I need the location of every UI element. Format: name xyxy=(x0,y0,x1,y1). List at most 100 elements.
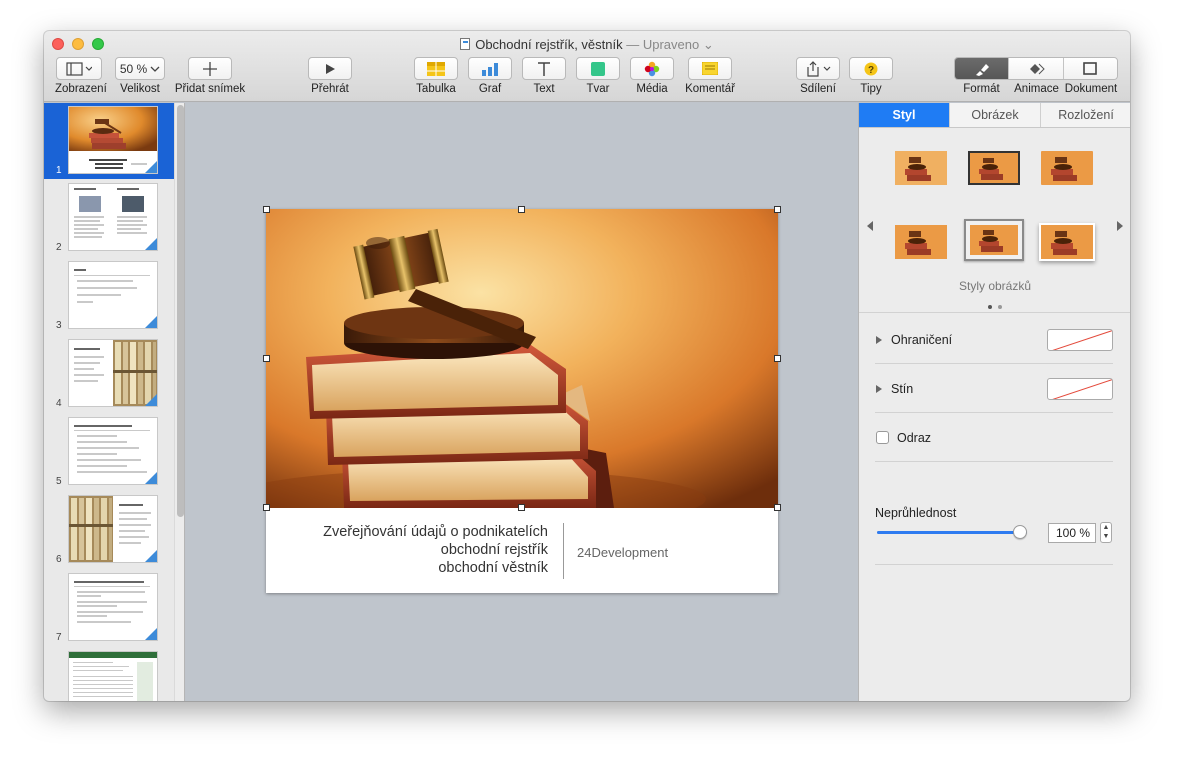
add-slide-tool[interactable]: Přidat snímek xyxy=(174,57,246,95)
share-tool[interactable]: Sdílení xyxy=(795,57,841,95)
resize-handle[interactable] xyxy=(518,504,525,511)
slide-thumbnail[interactable] xyxy=(69,262,157,328)
slide-thumbnail-row[interactable]: 7 xyxy=(44,570,174,646)
resize-handle[interactable] xyxy=(263,504,270,511)
slide-thumbnail[interactable] xyxy=(69,652,157,701)
opacity-slider-knob[interactable] xyxy=(1013,525,1027,539)
text-button[interactable] xyxy=(522,57,566,80)
tips-button[interactable]: ? xyxy=(849,57,893,80)
tab-style[interactable]: Styl xyxy=(859,103,950,127)
stepper-up-icon[interactable]: ▲ xyxy=(1101,523,1111,532)
slide-thumbnail[interactable] xyxy=(69,496,157,562)
media-tool[interactable]: Média xyxy=(629,57,675,95)
current-slide[interactable]: Zveřejňování údajů o podnikatelích obcho… xyxy=(263,206,781,593)
tab-arrange[interactable]: Rozložení xyxy=(1041,103,1130,127)
chevron-down-icon[interactable]: ⌄ xyxy=(703,37,714,52)
shadow-label[interactable]: Stín xyxy=(891,382,913,396)
opacity-input[interactable]: 100 % xyxy=(1048,523,1096,543)
portrait-photo xyxy=(79,196,101,212)
shape-tool[interactable]: Tvar xyxy=(575,57,621,95)
resize-handle[interactable] xyxy=(518,206,525,213)
slide-thumbnail-row[interactable]: 1 xyxy=(44,103,174,179)
border-label[interactable]: Ohraničení xyxy=(891,333,952,347)
slide-thumbnail[interactable] xyxy=(69,574,157,640)
reflection-label[interactable]: Odraz xyxy=(897,431,931,445)
zoom-select[interactable]: 50 % xyxy=(115,57,165,80)
gavel-books-picture[interactable] xyxy=(266,209,778,508)
comment-button[interactable] xyxy=(688,57,732,80)
previous-styles-arrow[interactable] xyxy=(867,221,873,231)
slide-thumbnail[interactable] xyxy=(69,107,157,173)
share-icon xyxy=(807,60,831,77)
slide-number: 3 xyxy=(56,320,62,331)
table-button[interactable] xyxy=(414,57,458,80)
no-color-slash-icon xyxy=(1052,330,1112,350)
stepper-down-icon[interactable]: ▼ xyxy=(1101,532,1111,541)
slide-thumbnail-row[interactable]: 5 xyxy=(44,414,174,490)
zoom-tool[interactable]: 50 % Velikost xyxy=(114,57,166,95)
resize-handle[interactable] xyxy=(263,355,270,362)
image-style-photo-frame[interactable] xyxy=(1039,223,1095,261)
shadow-color-well[interactable] xyxy=(1047,378,1113,400)
modified-status[interactable]: — Upraveno xyxy=(626,37,699,52)
image-style-plain[interactable] xyxy=(895,151,947,185)
resize-handle[interactable] xyxy=(774,504,781,511)
play-tool[interactable]: Přehrát xyxy=(307,57,353,95)
opacity-stepper[interactable]: ▲ ▼ xyxy=(1100,522,1112,543)
disclosure-triangle-icon[interactable] xyxy=(876,336,882,344)
table-tool[interactable]: Tabulka xyxy=(413,57,459,95)
add-slide-button[interactable] xyxy=(188,57,232,80)
image-style-shadow[interactable] xyxy=(895,225,947,259)
slide-number: 2 xyxy=(56,242,62,253)
tab-image[interactable]: Obrázek xyxy=(950,103,1041,127)
sidebar-layout-icon xyxy=(66,61,92,76)
tips-tool[interactable]: ? Tipy xyxy=(848,57,894,95)
view-tool[interactable]: Zobrazení xyxy=(55,57,107,95)
view-button[interactable] xyxy=(56,57,102,80)
image-style-soft-edge[interactable] xyxy=(1041,151,1093,185)
disclosure-triangle-icon[interactable] xyxy=(876,385,882,393)
animate-button[interactable] xyxy=(1009,58,1064,79)
text-tool[interactable]: Text xyxy=(521,57,567,95)
company-name[interactable]: 24Development xyxy=(577,545,668,560)
border-color-well[interactable] xyxy=(1047,329,1113,351)
slide-canvas[interactable]: Zveřejňování údajů o podnikatelích obcho… xyxy=(186,103,858,701)
chart-label: Graf xyxy=(478,83,502,95)
slide-thumbnail[interactable] xyxy=(69,340,157,406)
image-style-frame[interactable] xyxy=(964,219,1024,261)
caption-line: Zveřejňování údajů o podnikatelích xyxy=(323,524,548,540)
opacity-slider[interactable] xyxy=(877,525,1027,539)
slide-thumbnail-row[interactable]: 6 xyxy=(44,492,174,568)
image-style-dark-border[interactable] xyxy=(968,151,1020,185)
resize-handle[interactable] xyxy=(774,355,781,362)
navigator-scroll-thumb[interactable] xyxy=(177,105,184,517)
format-button[interactable] xyxy=(955,58,1010,79)
slide-navigator: 1 2 3 4 5 6 7 xyxy=(44,103,185,701)
chart-tool[interactable]: Graf xyxy=(467,57,513,95)
shape-button[interactable] xyxy=(576,57,620,80)
next-styles-arrow[interactable] xyxy=(1117,221,1123,231)
comment-tool[interactable]: Komentář xyxy=(683,57,737,95)
page-dot[interactable] xyxy=(988,305,992,309)
play-button[interactable] xyxy=(308,57,352,80)
page-dots[interactable] xyxy=(859,296,1130,314)
document-button[interactable] xyxy=(1063,58,1117,79)
resize-handle[interactable] xyxy=(774,206,781,213)
media-button[interactable] xyxy=(630,57,674,80)
slide-thumbnail[interactable] xyxy=(69,418,157,484)
slide-corner-mark xyxy=(145,550,157,562)
slide-caption[interactable]: Zveřejňování údajů o podnikatelích obcho… xyxy=(323,523,548,577)
slide-thumbnail-row[interactable] xyxy=(44,648,174,701)
chart-button[interactable] xyxy=(468,57,512,80)
slide-thumbnail-row[interactable]: 4 xyxy=(44,336,174,412)
reflection-checkbox[interactable] xyxy=(876,431,889,444)
slide-thumbnail-row[interactable]: 3 xyxy=(44,258,174,334)
slide-thumbnail-row[interactable]: 2 xyxy=(44,180,174,256)
slide-thumbnail[interactable] xyxy=(69,184,157,250)
inspector-mode-segmented[interactable] xyxy=(954,57,1118,80)
navigator-scrollbar[interactable] xyxy=(174,103,184,701)
share-button[interactable] xyxy=(796,57,840,80)
web-sidebar-block xyxy=(137,662,153,701)
page-dot[interactable] xyxy=(998,305,1002,309)
resize-handle[interactable] xyxy=(263,206,270,213)
